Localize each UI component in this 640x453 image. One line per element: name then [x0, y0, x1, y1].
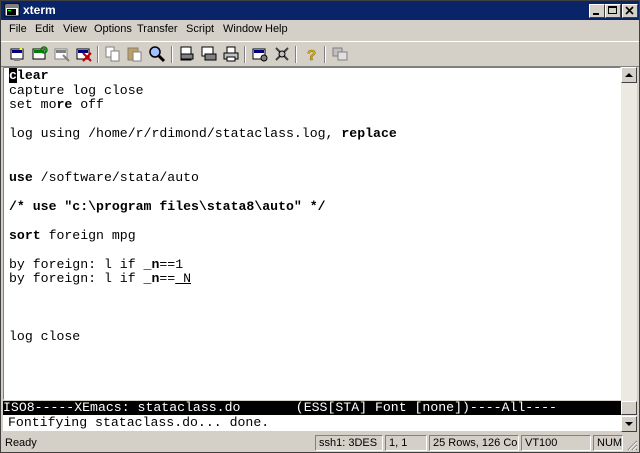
status-terminal-type: VT100	[521, 435, 591, 451]
close-icon	[625, 6, 634, 15]
code-line: log using /home/r/rdimond/stataclass.log…	[9, 126, 342, 141]
arrow-up-icon	[625, 73, 633, 77]
status-bar: Ready ssh1: 3DES 1, 1 25 Rows, 126 Cols …	[1, 434, 639, 452]
find-icon	[149, 46, 166, 63]
code-text: ==	[159, 271, 176, 286]
terminal-editor[interactable]: clear capture log close set more off log…	[3, 67, 621, 400]
code-keyword: re	[56, 97, 73, 112]
title-bar[interactable]: xterm	[1, 1, 639, 20]
disconnect-button[interactable]	[53, 45, 71, 63]
menu-window[interactable]: Window	[223, 23, 262, 35]
print-setup-icon	[180, 46, 194, 61]
copy-icon	[105, 46, 120, 62]
code-line: log close	[9, 329, 81, 344]
reconnect-icon	[32, 46, 48, 60]
help-button[interactable]: ?	[302, 45, 320, 63]
code-comment: /* use "c:\program files\stata8\auto" */	[9, 198, 326, 214]
code-line: capture log close	[9, 82, 144, 98]
toolbar: ?	[1, 41, 639, 67]
menu-edit[interactable]: Edit	[35, 23, 54, 35]
status-cipher: ssh1: 3DES	[315, 435, 383, 451]
session-options-button[interactable]	[251, 45, 269, 63]
status-terminal-size: 25 Rows, 126 Cols	[429, 435, 519, 451]
code-text: /software/stata/auto	[32, 169, 199, 185]
arrow-down-icon	[625, 422, 633, 426]
print-button[interactable]	[222, 45, 240, 63]
code-keyword: replace	[341, 126, 397, 141]
close-connection-icon	[76, 48, 92, 62]
print-setup-button[interactable]	[178, 45, 196, 63]
disconnect-icon	[54, 48, 70, 62]
toolbar-separator	[295, 46, 297, 63]
svg-text:?: ?	[307, 47, 316, 63]
code-text: ==1	[159, 256, 184, 272]
menu-script[interactable]: Script	[186, 23, 214, 35]
scroll-down-button[interactable]	[621, 416, 637, 432]
status-cursor-position: 1, 1	[385, 435, 427, 451]
session-options-icon	[252, 48, 268, 62]
minimize-button[interactable]	[589, 4, 605, 18]
about-button[interactable]	[331, 45, 349, 63]
menu-options[interactable]: Options	[94, 23, 132, 35]
new-session-icon	[10, 47, 24, 61]
print-icon	[223, 46, 239, 62]
help-icon: ?	[307, 47, 317, 63]
code-text: foreign mpg	[40, 227, 136, 243]
vertical-scrollbar[interactable]	[621, 67, 637, 432]
print-screen-icon	[201, 46, 217, 61]
paste-button[interactable]	[126, 45, 144, 63]
emacs-echo-area: Fontifying stataclass.do... done.	[3, 415, 621, 431]
app-window: xterm File Edit View Options Transfer Sc…	[0, 0, 640, 453]
toolbar-separator	[97, 46, 99, 63]
code-keyword: sort	[9, 227, 41, 243]
resize-grip-icon[interactable]	[626, 439, 638, 451]
reconnect-button[interactable]	[31, 45, 49, 63]
menu-view[interactable]: View	[63, 23, 87, 35]
text-cursor: c	[9, 68, 17, 83]
emacs-modeline: ISO8-----XEmacs: stataclass.do (ESS[STA]…	[3, 401, 621, 415]
scroll-thumb[interactable]	[621, 401, 637, 415]
menu-file[interactable]: File	[9, 23, 27, 35]
minimize-icon	[593, 13, 599, 15]
toolbar-separator	[171, 46, 173, 63]
code-buffer: clear capture log close set more off log…	[9, 68, 397, 345]
terminal-app-icon	[4, 3, 20, 17]
code-text: off	[72, 97, 104, 112]
maximize-icon	[608, 6, 617, 14]
global-options-button[interactable]	[273, 45, 291, 63]
new-session-button[interactable]	[9, 45, 27, 63]
close-connection-button[interactable]	[75, 45, 93, 63]
menu-help[interactable]: Help	[265, 23, 288, 35]
paste-icon	[127, 47, 142, 62]
maximize-button[interactable]	[605, 4, 621, 18]
toolbar-separator	[244, 46, 246, 63]
code-line: set mo	[9, 97, 57, 112]
close-button[interactable]	[622, 4, 638, 18]
code-line: lear	[16, 68, 49, 83]
status-ready: Ready	[5, 437, 37, 449]
toolbar-separator	[324, 46, 326, 63]
about-icon	[332, 47, 348, 61]
code-keyword: use	[9, 169, 33, 185]
find-button[interactable]	[148, 45, 166, 63]
status-num-lock: NUM	[593, 435, 623, 451]
menu-transfer[interactable]: Transfer	[137, 23, 178, 35]
global-options-icon	[275, 47, 289, 61]
copy-button[interactable]	[104, 45, 122, 63]
window-title: xterm	[23, 3, 56, 17]
scroll-up-button[interactable]	[621, 67, 637, 83]
code-text: by foreign: l if _	[9, 256, 152, 272]
code-text: _N	[175, 271, 192, 286]
menu-bar: File Edit View Options Transfer Script W…	[1, 20, 639, 39]
print-screen-button[interactable]	[200, 45, 218, 63]
code-text: by foreign: l if _	[9, 271, 152, 286]
